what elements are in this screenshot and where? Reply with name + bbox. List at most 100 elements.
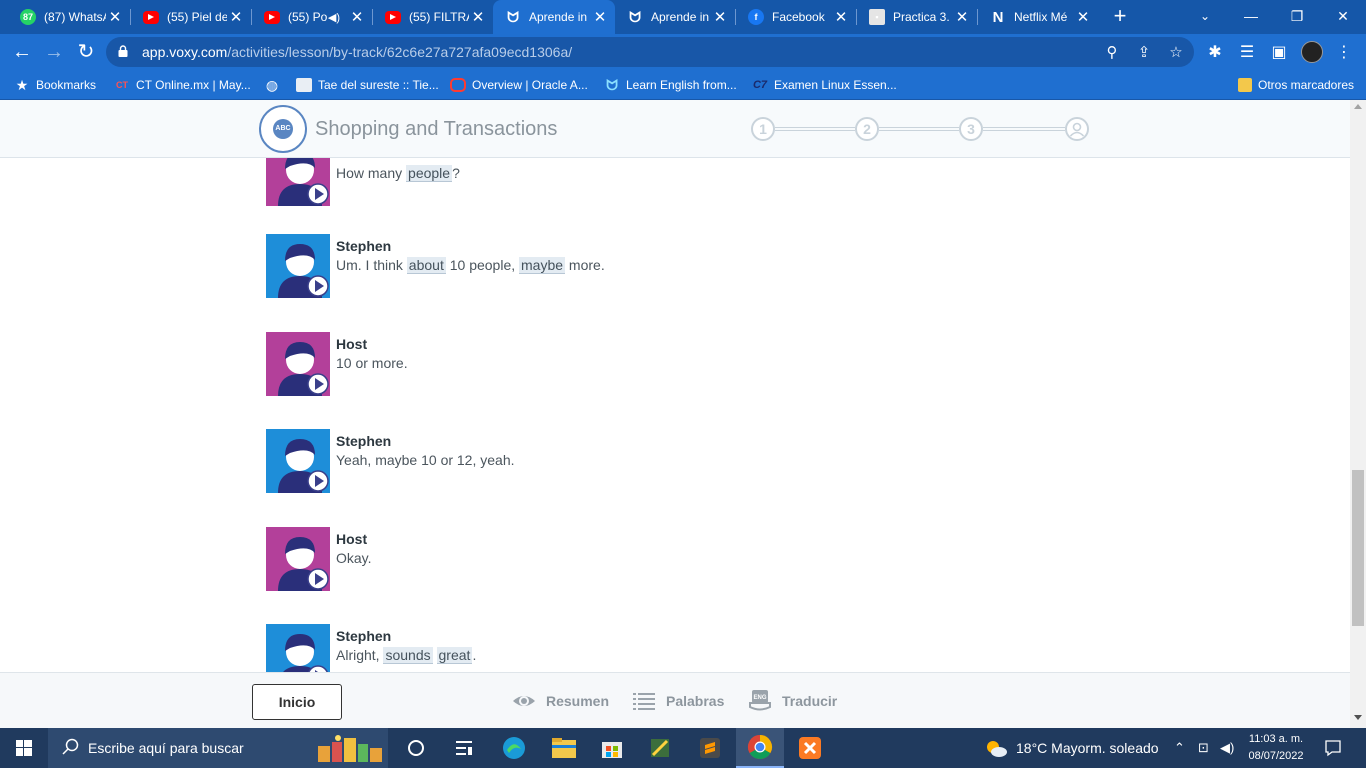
edge-app[interactable] xyxy=(490,728,538,768)
media-controls-icon[interactable]: ☰ xyxy=(1236,42,1258,64)
speaker-icon[interactable]: ◀) xyxy=(328,11,340,24)
task-view-button[interactable] xyxy=(392,728,440,768)
close-tab-icon[interactable]: ✕ xyxy=(106,8,124,26)
new-tab-button[interactable]: + xyxy=(1108,5,1132,29)
bookmark-star-icon[interactable]: ☆ xyxy=(1166,43,1186,63)
xampp-tool-app[interactable] xyxy=(636,728,684,768)
tab-voxy[interactable]: ᗢ Aprende in ✕ xyxy=(615,0,735,34)
windows-start-button[interactable] xyxy=(0,728,48,768)
restore-button[interactable]: ❐ xyxy=(1274,0,1320,34)
resumen-button[interactable]: Resumen xyxy=(512,688,609,714)
tab-youtube-3[interactable]: (55) FILTRA ✕ xyxy=(373,0,493,34)
close-tab-icon[interactable]: ✕ xyxy=(227,8,245,26)
palabras-button[interactable]: Palabras xyxy=(632,688,724,714)
host-avatar-play-button[interactable] xyxy=(266,332,330,396)
profile-avatar[interactable] xyxy=(1301,41,1323,63)
taskbar-search[interactable]: Escribe aquí para buscar xyxy=(48,728,388,768)
sublime-app[interactable] xyxy=(686,728,734,768)
reload-button[interactable]: ↻ xyxy=(72,38,100,66)
host-avatar-play-button[interactable] xyxy=(266,158,330,206)
avatar-play-icon xyxy=(278,158,329,206)
scrollbar-thumb[interactable] xyxy=(1352,470,1364,626)
stephen-avatar-play-button[interactable] xyxy=(266,624,330,672)
tab-facebook[interactable]: f Facebook ✕ xyxy=(736,0,856,34)
bookmark-item[interactable]: C7 Examen Linux Essen... xyxy=(752,76,897,94)
tab-title: Aprende in xyxy=(651,10,710,24)
traducir-button[interactable]: ENG Traducir xyxy=(748,688,837,714)
extensions-icon[interactable]: ✱ xyxy=(1204,42,1226,64)
url-text[interactable]: app.voxy.com/activities/lesson/by-track/… xyxy=(142,44,572,60)
bookmark-label: Bookmarks xyxy=(36,78,97,92)
progress-step-2[interactable]: 2 xyxy=(855,117,879,141)
tab-practica[interactable]: ▪ Practica 3. ✕ xyxy=(857,0,977,34)
address-bar[interactable]: app.voxy.com/activities/lesson/by-track/… xyxy=(106,37,1194,67)
tab-search-icon[interactable]: ⌄ xyxy=(1182,0,1228,34)
inicio-button[interactable]: Inicio xyxy=(252,684,342,720)
vocabulary-word[interactable]: sounds xyxy=(383,647,433,664)
page-scrollbar[interactable] xyxy=(1350,100,1366,728)
stephen-avatar-play-button[interactable] xyxy=(266,234,330,298)
stephen-avatar-play-button[interactable] xyxy=(266,429,330,493)
close-tab-icon[interactable]: ✕ xyxy=(953,8,971,26)
bookmark-item[interactable]: ◍ xyxy=(264,76,286,94)
bookmark-item[interactable]: ★ Bookmarks xyxy=(14,76,96,94)
minimize-button[interactable]: — xyxy=(1228,0,1274,34)
host-avatar-play-button[interactable] xyxy=(266,527,330,591)
vocabulary-word[interactable]: people xyxy=(406,165,453,182)
taskbar-clock[interactable]: 11:03 a. m. 08/07/2022 xyxy=(1242,731,1310,765)
close-tab-icon[interactable]: ✕ xyxy=(832,8,850,26)
widgets-button[interactable] xyxy=(440,728,488,768)
dialogue-line: Stephen Yeah, maybe 10 or 12, yeah. xyxy=(266,429,966,493)
bookmark-item[interactable]: ᗢ Learn English from... xyxy=(604,76,737,94)
windows-taskbar: Escribe aquí para buscar 18°C Mayorm. so… xyxy=(0,728,1366,768)
vocabulary-word[interactable]: great xyxy=(436,647,473,664)
tab-whatsapp[interactable]: 87 (87) WhatsApp ✕ xyxy=(8,0,130,34)
network-icon[interactable]: ⊡ xyxy=(1198,728,1209,768)
bookmark-item[interactable]: CT CT Online.mx | May... xyxy=(114,76,251,94)
browser-toolbar: ← → ↻ app.voxy.com/activities/lesson/by-… xyxy=(0,34,1366,70)
lesson-header: ABC Shopping and Transactions 1 2 3 xyxy=(0,100,1350,158)
close-window-button[interactable]: ✕ xyxy=(1320,0,1366,34)
bookmark-item[interactable]: Overview | Oracle A... xyxy=(450,76,588,94)
voxy-icon: ᗢ xyxy=(606,76,618,93)
bookmark-item[interactable]: Tae del sureste :: Tie... xyxy=(296,76,439,94)
other-bookmarks[interactable]: Otros marcadores xyxy=(1238,76,1354,94)
file-explorer-app[interactable] xyxy=(540,728,588,768)
chrome-app[interactable] xyxy=(736,728,784,768)
tab-netflix[interactable]: N Netflix Mé ✕ xyxy=(978,0,1098,34)
progress-step-3[interactable]: 3 xyxy=(959,117,983,141)
menu-dots-icon[interactable]: ⋮ xyxy=(1333,42,1355,64)
widgets-icon xyxy=(456,741,472,755)
progress-final-person-icon[interactable] xyxy=(1065,117,1089,141)
forward-button[interactable]: → xyxy=(40,38,68,66)
close-tab-icon[interactable]: ✕ xyxy=(1074,8,1092,26)
utterance-segment: ? xyxy=(452,165,460,181)
avatar-play-icon xyxy=(283,634,328,672)
share-icon[interactable]: ⇪ xyxy=(1134,43,1154,63)
ct-icon: CT xyxy=(116,80,128,90)
close-tab-icon[interactable]: ✕ xyxy=(348,8,366,26)
show-hidden-icons-button[interactable]: ⌃ xyxy=(1174,728,1185,768)
tab-voxy-active[interactable]: ᗢ Aprende in ✕ xyxy=(493,0,615,34)
vocabulary-word[interactable]: maybe xyxy=(519,257,566,274)
close-tab-icon[interactable]: ✕ xyxy=(711,8,729,26)
back-button[interactable]: ← xyxy=(8,38,36,66)
dialogue-transcript: How many people? Stephen Um. I think about… xyxy=(0,158,1350,672)
side-panel-icon[interactable]: ▣ xyxy=(1268,42,1290,64)
scroll-down-icon[interactable] xyxy=(1354,715,1362,720)
notifications-button[interactable] xyxy=(1324,728,1342,768)
zoom-icon[interactable]: ⚲ xyxy=(1102,43,1122,63)
close-tab-icon[interactable]: ✕ xyxy=(591,8,609,26)
xampp-app[interactable] xyxy=(786,728,834,768)
tab-youtube-2[interactable]: (55) Po ◀) ✕ xyxy=(252,0,372,34)
scroll-up-icon[interactable] xyxy=(1354,104,1362,109)
store-app[interactable] xyxy=(588,728,636,768)
volume-icon[interactable]: ◀) xyxy=(1220,728,1234,768)
vocabulary-word[interactable]: about xyxy=(406,257,446,274)
tab-youtube-1[interactable]: (55) Piel de ✕ xyxy=(131,0,251,34)
utterance-segment: more. xyxy=(565,257,605,273)
lock-icon[interactable] xyxy=(118,45,128,57)
weather-widget[interactable]: 18°C Mayorm. soleado xyxy=(984,728,1159,768)
close-tab-icon[interactable]: ✕ xyxy=(469,8,487,26)
progress-step-1[interactable]: 1 xyxy=(751,117,775,141)
